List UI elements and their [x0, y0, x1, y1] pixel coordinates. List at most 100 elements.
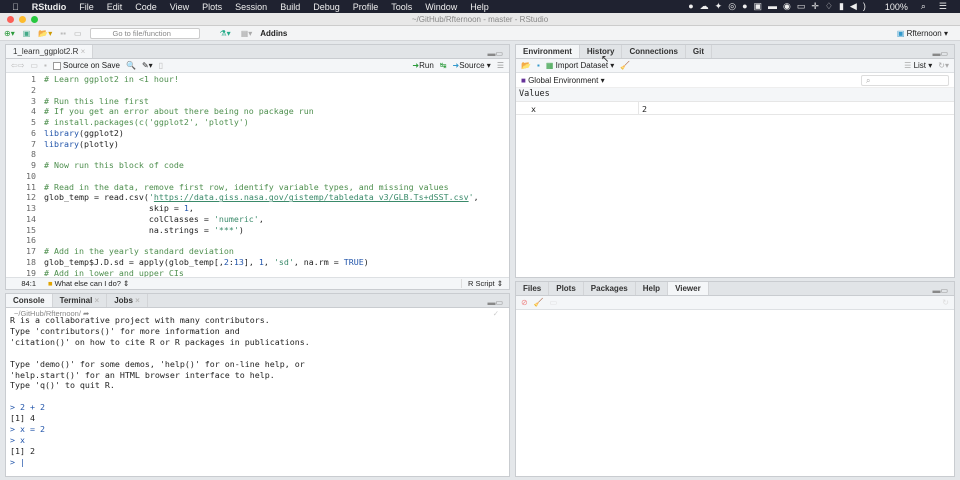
print-icon[interactable]: ▭ [74, 29, 82, 38]
code-line[interactable]: 6 library(ggplot2) [6, 128, 509, 139]
clear-broom-icon[interactable]: 🧹 [534, 298, 544, 307]
save-workspace-icon[interactable]: ▪ [537, 61, 540, 70]
minimize-maximize-icon[interactable]: ▬▭ [932, 49, 948, 58]
section-menu[interactable]: ■ What else can I do? ⇕ [48, 279, 129, 288]
search-icon[interactable]: ⌕ [921, 1, 926, 12]
code-line[interactable]: 3 # Run this line first [6, 96, 509, 107]
clear-broom-icon[interactable]: 🧹 [620, 61, 630, 70]
code-line[interactable]: 1 # Learn ggplot2 in <1 hour! [6, 74, 509, 85]
minimize-maximize-icon[interactable]: ▬▭ [932, 286, 948, 295]
open-file-icon[interactable]: 📂▾ [38, 29, 52, 38]
code-line[interactable]: 4 # If you get an error about there being… [6, 106, 509, 117]
goto-file-input[interactable]: Go to file/function [89, 27, 200, 39]
tab-console[interactable]: Console [6, 294, 53, 307]
menu-view[interactable]: View [170, 2, 189, 12]
load-workspace-icon[interactable]: 📂 [521, 61, 531, 70]
minimize-maximize-icon[interactable]: ▬▭ [487, 49, 503, 58]
compile-report-icon[interactable]: ▯ [159, 61, 163, 70]
new-file-icon[interactable]: ⊕▾ [4, 29, 15, 38]
menu-plots[interactable]: Plots [202, 2, 222, 12]
menu-help[interactable]: Help [470, 2, 489, 12]
code-line[interactable]: 13 skip = 1, [6, 203, 509, 214]
tab-connections[interactable]: Connections [622, 45, 686, 58]
minimize-icon[interactable] [19, 16, 26, 23]
code-line[interactable]: 11 # Read in the data, remove first row, … [6, 182, 509, 193]
code-line[interactable]: 18 glob_temp$J.D.sd = apply(glob_temp[,2:… [6, 257, 509, 268]
project-menu[interactable]: ▣ Rfternoon ▾ [897, 29, 948, 38]
tab-viewer[interactable]: Viewer [668, 282, 709, 295]
minimize-maximize-icon[interactable]: ▬▭ [487, 298, 503, 307]
save-icon[interactable]: ▪▪ [60, 29, 66, 38]
code-line[interactable]: 7 library(plotly) [6, 139, 509, 150]
tab-plots[interactable]: Plots [549, 282, 584, 295]
export-icon[interactable]: ▭ [550, 298, 558, 307]
table-row[interactable]: x 2 [516, 101, 954, 115]
code-line[interactable]: 16 [6, 235, 509, 246]
rerun-icon[interactable]: ↹ [440, 61, 447, 70]
back-forward-icon[interactable]: ⇦⇨ [11, 61, 24, 70]
tab-files[interactable]: Files [516, 282, 550, 295]
environment-tabs: Environment History Connections Git ▬▭ [516, 45, 954, 59]
menu-build[interactable]: Build [280, 2, 300, 12]
menu-tools[interactable]: Tools [391, 2, 412, 12]
save-icon[interactable]: ▪ [44, 61, 47, 70]
line-number: 2 [31, 84, 36, 95]
code-line[interactable]: 9 # Now run this block of code [6, 160, 509, 171]
show-in-window-icon[interactable]: ▭ [30, 61, 38, 70]
layout-icon[interactable]: ▦▾ [241, 29, 253, 38]
code-editor[interactable]: 1 # Learn ggplot2 in <1 hour! 2 3 # Run this… [6, 73, 509, 278]
tab-1-learn-ggplot2[interactable]: 1_learn_ggplot2.R × [6, 45, 94, 58]
clear-console-icon[interactable]: ✓ [493, 308, 499, 320]
close-icon[interactable] [7, 16, 14, 23]
tab-git[interactable]: Git [686, 45, 713, 58]
console-line: Type 'contributors()' for more informati… [10, 325, 240, 336]
search-icon[interactable]: 🔍 [126, 61, 136, 70]
code-line[interactable]: 17 # Add in the yearly standard deviation [6, 246, 509, 257]
menu-file[interactable]: File [79, 2, 94, 12]
title-bar: ~/GitHub/Rfternoon - master - RStudio [0, 13, 960, 26]
apple-icon[interactable]:  [12, 2, 19, 12]
code-line[interactable]: 8 [6, 149, 509, 160]
new-project-icon[interactable]: ▣ [23, 29, 31, 38]
menu-window[interactable]: Window [425, 2, 457, 12]
menu-rstudio[interactable]: RStudio [32, 2, 67, 12]
editor-statusbar: 84:1 ■ What else can I do? ⇕ R Script ⇕ [6, 277, 509, 289]
close-tab-icon[interactable]: × [81, 47, 86, 56]
menu-debug[interactable]: Debug [313, 2, 340, 12]
build-icon[interactable]: ⚗▾ [220, 29, 231, 38]
run-button[interactable]: ➜Run [412, 61, 433, 70]
menu-session[interactable]: Session [235, 2, 267, 12]
code-line[interactable]: 14 colClasses = 'numeric', [6, 214, 509, 225]
tab-terminal[interactable]: Terminal × [53, 294, 108, 307]
tab-help[interactable]: Help [636, 282, 669, 295]
tab-environment[interactable]: Environment [516, 45, 580, 58]
console-output[interactable]: R is a collaborative project with many c… [6, 315, 509, 475]
code-line[interactable]: 12 glob_temp = read.csv('https://data.gis… [6, 192, 509, 203]
code-line[interactable]: 15 na.strings = '***') [6, 225, 509, 236]
global-environment-menu[interactable]: ■ Global Environment ▾ [521, 76, 605, 85]
code-line[interactable]: 2 [6, 85, 509, 96]
view-mode-menu[interactable]: ☰ List ▾ [904, 61, 932, 70]
code-token: ) [363, 256, 369, 267]
tab-packages[interactable]: Packages [584, 282, 636, 295]
filetype-menu[interactable]: R Script ⇕ [460, 279, 503, 288]
stop-icon[interactable]: ⊘ [521, 298, 528, 307]
code-token: '***' [213, 224, 239, 235]
source-on-save-checkbox[interactable]: Source on Save [52, 61, 120, 70]
code-line[interactable]: 5 # install.packages(c('ggplot2', 'plotly… [6, 117, 509, 128]
environment-search-input[interactable]: ⌕ [861, 74, 949, 86]
zoom-icon[interactable] [31, 16, 38, 23]
magic-wand-icon[interactable]: ✎▾ [142, 61, 153, 70]
status-icons[interactable]: ●☁✦◎●▣▬◉▭✛♢▮◀) [688, 1, 872, 12]
source-button[interactable]: ➜Source ▾ [453, 61, 491, 70]
addins-menu[interactable]: Addins [260, 29, 287, 38]
code-line[interactable]: 10 [6, 171, 509, 182]
menu-profile[interactable]: Profile [353, 2, 379, 12]
tab-jobs[interactable]: Jobs × [107, 294, 148, 307]
list-icon[interactable]: ☰ [939, 1, 947, 12]
outline-icon[interactable]: ☰ [497, 61, 504, 70]
menu-code[interactable]: Code [135, 2, 157, 12]
refresh-icon[interactable]: ↻▾ [938, 61, 949, 70]
refresh-icon[interactable]: ↻ [942, 298, 949, 307]
menu-edit[interactable]: Edit [107, 2, 123, 12]
